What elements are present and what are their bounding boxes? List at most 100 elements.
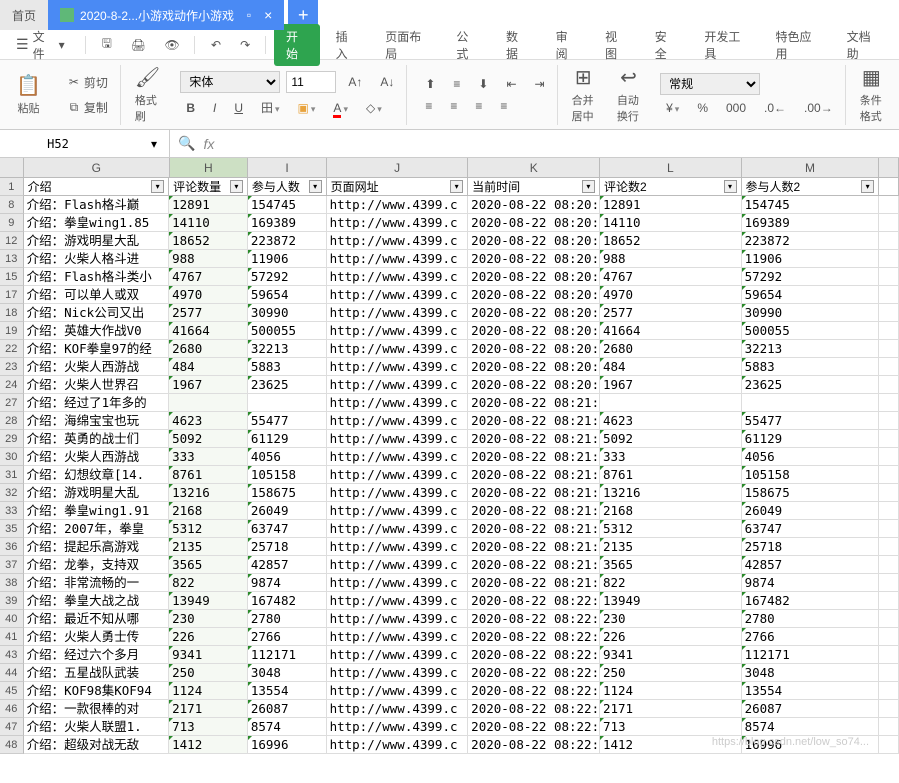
format-painter-button[interactable]: 🖌格式刷 [127, 61, 168, 128]
cell[interactable]: 4767 [169, 268, 248, 286]
cell[interactable] [879, 250, 899, 268]
wrap-text-button[interactable]: ↩自动换行 [609, 61, 648, 128]
undo-icon-button[interactable]: ↶ [203, 34, 228, 56]
cell[interactable]: http://www.4399.c [327, 466, 469, 484]
cell[interactable]: http://www.4399.c [327, 484, 469, 502]
cell[interactable] [879, 466, 899, 484]
cell[interactable]: 2020-08-22 08:21: [468, 448, 600, 466]
cell[interactable]: 230 [600, 610, 742, 628]
tab-secure[interactable]: 安全 [643, 24, 689, 66]
cell-style-button[interactable]: ◇ [360, 99, 388, 117]
cell[interactable]: 23625 [742, 376, 880, 394]
cell[interactable]: http://www.4399.c [327, 646, 469, 664]
cell[interactable] [879, 664, 899, 682]
cell[interactable]: 14110 [169, 214, 248, 232]
cell[interactable]: 2577 [169, 304, 248, 322]
cell[interactable]: 13949 [600, 592, 742, 610]
cell[interactable]: 32213 [742, 340, 880, 358]
cell[interactable]: 介绍：拳皇wing1.85 [24, 214, 170, 232]
row-header[interactable]: 22 [0, 340, 24, 358]
cell[interactable]: 41664 [600, 322, 742, 340]
percent-button[interactable]: % [691, 99, 714, 117]
cell[interactable]: 2780 [248, 610, 327, 628]
cell[interactable]: 介绍：Flash格斗类小 [24, 268, 170, 286]
cell[interactable]: 230 [169, 610, 248, 628]
merge-center-button[interactable]: ⊞合并居中 [564, 61, 603, 128]
cell[interactable]: 介绍：经过六个多月 [24, 646, 170, 664]
cell[interactable]: 2020-08-22 08:21: [468, 394, 600, 412]
cell[interactable]: 介绍：KOF98集KOF94 [24, 682, 170, 700]
cell[interactable] [879, 556, 899, 574]
cell[interactable]: 11906 [742, 250, 880, 268]
cell[interactable]: 介绍：火柴人西游战 [24, 358, 170, 376]
tab-dev[interactable]: 开发工具 [692, 24, 759, 66]
increase-font-button[interactable]: A↑ [342, 73, 368, 91]
cell[interactable]: 2020-08-22 08:21: [468, 466, 600, 484]
cell[interactable]: 2766 [742, 628, 880, 646]
filter-dropdown-icon[interactable]: ▾ [724, 180, 737, 193]
cell[interactable]: http://www.4399.c [327, 394, 469, 412]
row-header[interactable]: 13 [0, 250, 24, 268]
cell[interactable] [879, 628, 899, 646]
cell[interactable]: 2020-08-22 08:22: [468, 664, 600, 682]
align-bottom-button[interactable]: ⬇ [472, 75, 494, 93]
cell[interactable]: 2020-08-22 08:21: [468, 556, 600, 574]
cell[interactable]: 105158 [742, 466, 880, 484]
row-header[interactable]: 35 [0, 520, 24, 538]
cell[interactable]: 30990 [248, 304, 327, 322]
name-box-dropdown-icon[interactable]: ▾ [147, 137, 161, 151]
cell[interactable] [879, 574, 899, 592]
cell[interactable]: 3565 [169, 556, 248, 574]
cell[interactable] [879, 304, 899, 322]
increase-decimal-button[interactable]: .00→ [798, 99, 839, 117]
cell[interactable]: 2020-08-22 08:22: [468, 592, 600, 610]
cell[interactable]: 25718 [248, 538, 327, 556]
decrease-decimal-button[interactable]: .0← [758, 99, 792, 117]
cell[interactable]: 介绍：海绵宝宝也玩 [24, 412, 170, 430]
cell[interactable]: 57292 [248, 268, 327, 286]
cell[interactable]: http://www.4399.c [327, 196, 469, 214]
cell[interactable]: 500055 [248, 322, 327, 340]
cell[interactable]: 713 [600, 718, 742, 736]
row-header[interactable]: 45 [0, 682, 24, 700]
cell[interactable]: 822 [600, 574, 742, 592]
cell[interactable] [879, 412, 899, 430]
column-header-M[interactable]: M [742, 158, 880, 178]
cell[interactable]: 介绍：火柴人西游战 [24, 448, 170, 466]
cell[interactable]: 介绍：火柴人勇士传 [24, 628, 170, 646]
cell[interactable] [248, 394, 327, 412]
cell[interactable]: 105158 [248, 466, 327, 484]
cell[interactable]: 介绍：拳皇wing1.91 [24, 502, 170, 520]
cell[interactable]: 1412 [169, 736, 248, 754]
cell[interactable]: 12891 [600, 196, 742, 214]
cell[interactable]: http://www.4399.c [327, 286, 469, 304]
cell[interactable]: 介绍：最近不知从哪 [24, 610, 170, 628]
preview-icon-button[interactable]: 👁 [156, 34, 186, 56]
cell[interactable]: 5883 [248, 358, 327, 376]
column-header-K[interactable]: K [468, 158, 600, 178]
cell[interactable]: 223872 [248, 232, 327, 250]
indent-left-button[interactable]: ⇤ [500, 75, 522, 93]
cell[interactable]: 4056 [742, 448, 880, 466]
cell[interactable]: 2135 [169, 538, 248, 556]
row-header[interactable]: 39 [0, 592, 24, 610]
cell[interactable] [879, 502, 899, 520]
cell[interactable]: 介绍：火柴人联盟1. [24, 718, 170, 736]
cut-button[interactable]: ✂剪切 [61, 72, 114, 93]
cell[interactable]: 介绍：幻想纹章[14. [24, 466, 170, 484]
cell[interactable]: 59654 [742, 286, 880, 304]
cell[interactable]: 18652 [169, 232, 248, 250]
cell[interactable] [879, 340, 899, 358]
cell[interactable]: 158675 [742, 484, 880, 502]
save-icon-button[interactable]: 🖫 [94, 30, 119, 59]
number-format-select[interactable]: 常规 [660, 73, 760, 95]
italic-button[interactable]: I [207, 99, 222, 117]
column-header-[interactable] [879, 158, 899, 178]
cell[interactable]: 333 [600, 448, 742, 466]
cell[interactable]: 988 [600, 250, 742, 268]
cell[interactable]: 3048 [742, 664, 880, 682]
cell[interactable]: 介绍：英雄大作战V0 [24, 322, 170, 340]
print-icon-button[interactable]: 🖨 [123, 34, 153, 56]
select-all-corner[interactable] [0, 158, 24, 178]
cell[interactable] [879, 538, 899, 556]
